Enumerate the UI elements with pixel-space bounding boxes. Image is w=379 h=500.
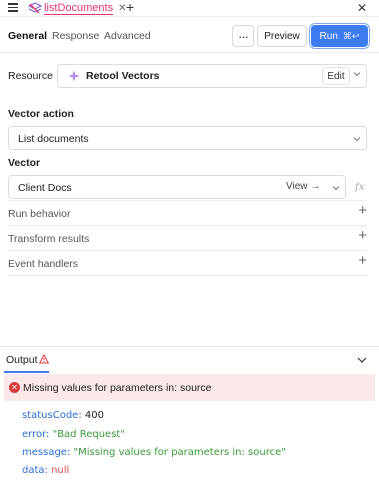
run-shortcut: ⌘↩ (342, 30, 360, 41)
section-label: Run behavior (8, 208, 71, 220)
preview-button[interactable]: Preview (257, 25, 307, 47)
chevron-down-icon (332, 186, 340, 191)
vector-action-select[interactable]: List documents (8, 126, 367, 150)
error-icon: ✕ (9, 382, 20, 393)
plus-icon[interactable]: + (358, 253, 367, 268)
chevron-down-icon[interactable] (353, 70, 361, 78)
fx-toggle-icon[interactable]: fx (355, 182, 364, 193)
resource-selector[interactable]: Retool Vectors Edit (57, 64, 367, 88)
section-transform-results[interactable]: Transform results + (8, 225, 367, 250)
json-key: error: (22, 429, 50, 440)
error-message: Missing values for parameters in: source (23, 382, 212, 394)
divider (0, 16, 379, 17)
json-row: error: "Bad Request" (22, 429, 125, 440)
json-key: statusCode: (22, 410, 82, 421)
output-panel-header[interactable]: Output (0, 346, 379, 373)
tab-advanced[interactable]: Advanced (104, 30, 151, 42)
query-editor-header: General Response Advanced ··· Preview Ru… (0, 22, 379, 52)
vector-label: Vector (8, 157, 41, 169)
retool-vectors-icon (68, 70, 80, 82)
json-value: null (51, 465, 70, 476)
json-value: "Bad Request" (52, 429, 125, 440)
json-row: message: "Missing values for parameters … (22, 447, 286, 458)
close-panel-icon[interactable]: ✕ (357, 1, 367, 15)
query-stack-icon (28, 2, 42, 14)
run-button[interactable]: Run ⌘↩ (309, 23, 370, 49)
chevron-down-icon (353, 137, 361, 142)
chevron-down-icon[interactable] (357, 356, 367, 364)
json-key: data: (22, 465, 48, 476)
view-vector-link[interactable]: View → (286, 181, 320, 192)
json-value: 400 (84, 410, 104, 421)
error-banner: ✕ Missing values for parameters in: sour… (4, 374, 375, 401)
json-value: "Missing values for parameters in: sourc… (73, 447, 286, 458)
section-label: Event handlers (8, 258, 79, 270)
json-row: data: null (22, 465, 69, 476)
output-label: Output (6, 354, 38, 366)
plus-icon[interactable]: + (358, 228, 367, 243)
menu-icon[interactable] (8, 3, 18, 12)
section-run-behavior[interactable]: Run behavior + (8, 200, 367, 225)
tab-response[interactable]: Response (52, 30, 99, 42)
more-options-button[interactable]: ··· (232, 25, 254, 47)
section-event-handlers[interactable]: Event handlers + (8, 250, 367, 275)
plus-icon[interactable]: + (358, 203, 367, 218)
query-tab[interactable]: listDocuments ✕ (28, 0, 126, 16)
json-key: message: (22, 447, 71, 458)
vector-action-value: List documents (18, 133, 89, 145)
warning-icon (39, 354, 49, 364)
run-label: Run (319, 30, 338, 42)
query-name: listDocuments (44, 2, 114, 15)
query-tab-bar: listDocuments ✕ + ✕ (0, 0, 379, 16)
divider (0, 52, 379, 53)
resource-label: Resource (8, 70, 53, 82)
output-tab-underline (4, 371, 49, 373)
edit-resource-button[interactable]: Edit (322, 67, 350, 85)
new-tab-button[interactable]: + (126, 0, 134, 14)
vector-action-label: Vector action (8, 108, 74, 120)
vector-value: Client Docs (18, 182, 72, 194)
tab-general[interactable]: General (8, 30, 47, 42)
section-label: Transform results (8, 233, 90, 245)
resource-name: Retool Vectors (86, 70, 160, 82)
divider (8, 275, 367, 276)
json-row: statusCode: 400 (22, 410, 104, 421)
